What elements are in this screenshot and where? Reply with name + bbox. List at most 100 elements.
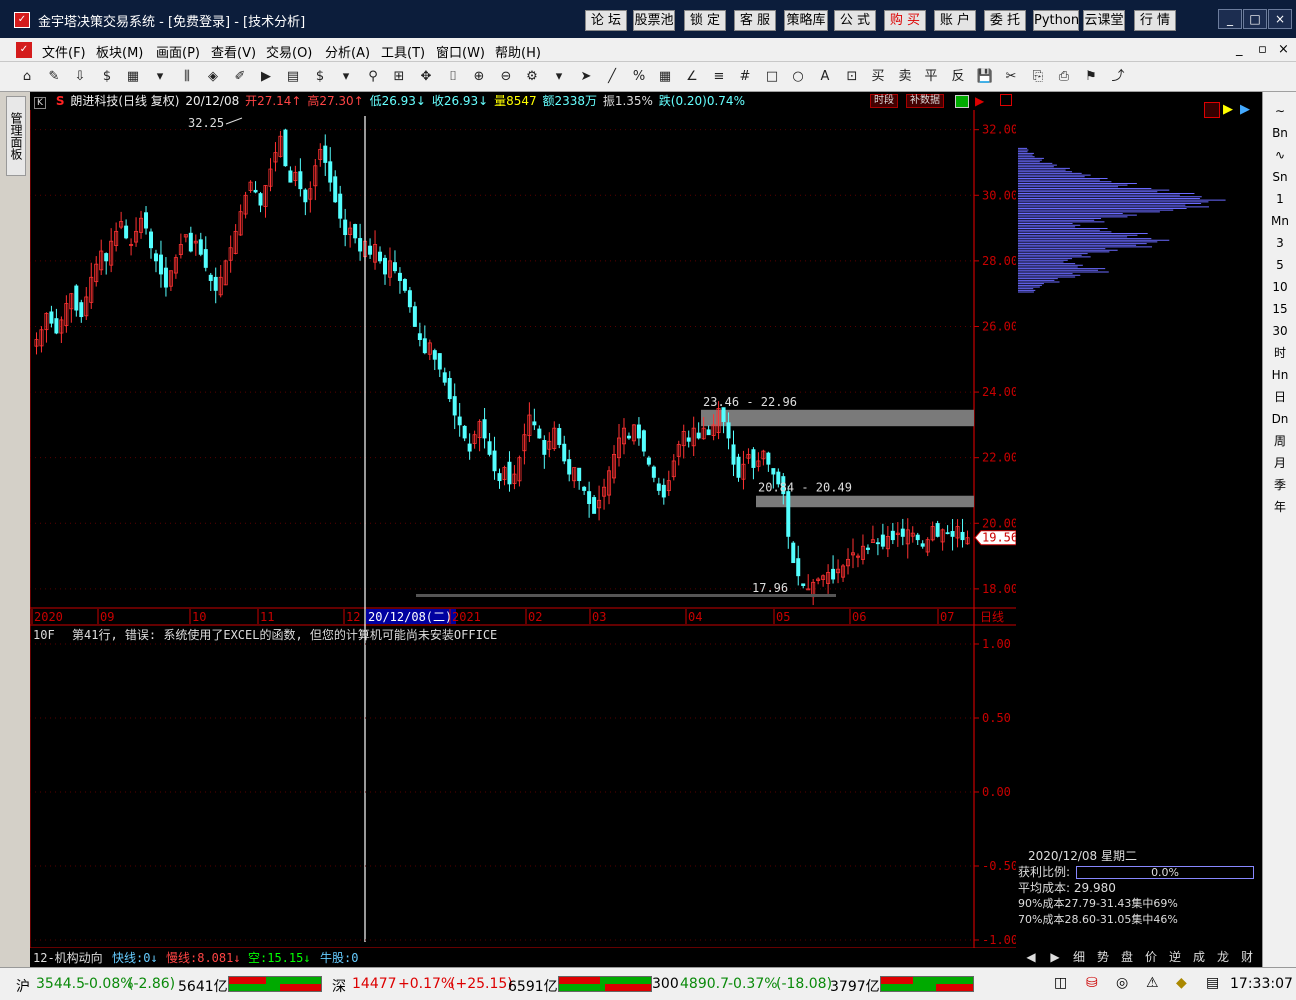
- top-button-10[interactable]: Python: [1033, 10, 1079, 31]
- toolbar-icon-3[interactable]: ⇩: [71, 68, 89, 86]
- toolbar-icon-38[interactable]: ✂: [1002, 68, 1020, 86]
- toolbar-icon-30[interactable]: ○: [789, 68, 807, 86]
- close-button[interactable]: ×: [1268, 9, 1292, 29]
- bottom-tab-4[interactable]: 势: [1092, 949, 1114, 965]
- toolbar-icon-31[interactable]: A: [816, 68, 834, 86]
- period-button-13[interactable]: Hn: [1267, 364, 1293, 386]
- toolbar-icon-22[interactable]: ➤: [577, 68, 595, 86]
- status-globe-icon[interactable]: ◎: [1116, 975, 1128, 991]
- menu-item-9[interactable]: 帮助(H): [495, 42, 541, 61]
- toolbar-icon-8[interactable]: ◈: [204, 68, 222, 86]
- period-button-3[interactable]: ∿: [1267, 144, 1293, 166]
- menu-item-8[interactable]: 窗口(W): [436, 42, 485, 61]
- pane-toggle-icon[interactable]: [1000, 94, 1012, 106]
- toolbar-icon-28[interactable]: #: [736, 68, 754, 86]
- toolbar-icon-11[interactable]: ▤: [284, 68, 302, 86]
- time-period-button[interactable]: 时段: [870, 94, 898, 108]
- top-button-3[interactable]: 锁 定: [684, 10, 726, 31]
- toolbar-icon-35[interactable]: 平: [922, 68, 940, 86]
- toolbar-icon-7[interactable]: ⫼: [178, 68, 196, 86]
- mdi-close-button[interactable]: ×: [1278, 42, 1289, 57]
- toolbar-icon-15[interactable]: ⊞: [390, 68, 408, 86]
- minimize-button[interactable]: _: [1218, 9, 1242, 29]
- k-badge[interactable]: K: [34, 97, 46, 109]
- mdi-minimize-button[interactable]: _: [1236, 42, 1243, 57]
- status-page-icon[interactable]: ▤: [1206, 975, 1219, 991]
- toolbar-icon-14[interactable]: ⚲: [364, 68, 382, 86]
- toolbar-icon-40[interactable]: ⎙: [1055, 68, 1073, 86]
- toolbar-icon-13[interactable]: ▾: [337, 68, 355, 86]
- toolbar-icon-17[interactable]: ⌷: [444, 68, 462, 86]
- bottom-tab-6[interactable]: 价: [1140, 949, 1162, 965]
- menu-item-5[interactable]: 交易(O): [266, 42, 312, 61]
- toolbar-icon-33[interactable]: 买: [869, 68, 887, 86]
- management-panel-button[interactable]: 管理面板: [6, 96, 26, 176]
- toolbar-icon-20[interactable]: ⚙: [523, 68, 541, 86]
- menu-item-3[interactable]: 画面(P): [156, 42, 200, 61]
- bottom-tab-1[interactable]: ◀: [1020, 949, 1042, 965]
- period-button-1[interactable]: ∼: [1267, 100, 1293, 122]
- toolbar-icon-24[interactable]: %: [630, 68, 648, 86]
- toolbar-icon-1[interactable]: ⌂: [18, 68, 36, 86]
- period-button-18[interactable]: 季: [1267, 474, 1293, 496]
- bottom-tab-8[interactable]: 成: [1188, 949, 1210, 965]
- bottom-tab-2[interactable]: ▶: [1044, 949, 1066, 965]
- toolbar-icon-25[interactable]: ▦: [656, 68, 674, 86]
- status-chart-icon[interactable]: ◫: [1054, 975, 1067, 991]
- status-tag-icon[interactable]: ◆: [1176, 975, 1187, 991]
- chart-canvas[interactable]: 32.00 30.00 28.00 26.00 24.00 22.00 20.00 18.00…: [30, 110, 1016, 967]
- maximize-button[interactable]: □: [1243, 9, 1267, 29]
- status-db-icon[interactable]: ⛁: [1086, 975, 1098, 991]
- period-button-14[interactable]: 日: [1267, 386, 1293, 408]
- period-button-7[interactable]: 3: [1267, 232, 1293, 254]
- toolbar-icon-41[interactable]: ⚑: [1082, 68, 1100, 86]
- menu-item-2[interactable]: 板块(M): [96, 42, 143, 61]
- toolbar-icon-32[interactable]: ⊡: [843, 68, 861, 86]
- toolbar-icon-10[interactable]: ▶: [257, 68, 275, 86]
- toolbar-icon-2[interactable]: ✎: [45, 68, 63, 86]
- toolbar-icon-37[interactable]: 💾: [976, 68, 994, 86]
- top-button-11[interactable]: 云课堂: [1083, 10, 1125, 31]
- top-button-9[interactable]: 委 托: [984, 10, 1026, 31]
- period-button-16[interactable]: 周: [1267, 430, 1293, 452]
- bottom-tab-5[interactable]: 盘: [1116, 949, 1138, 965]
- menu-item-7[interactable]: 工具(T): [381, 42, 425, 61]
- toolbar-icon-12[interactable]: $: [311, 68, 329, 86]
- period-button-9[interactable]: 10: [1267, 276, 1293, 298]
- supplement-data-button[interactable]: 补数据: [906, 94, 944, 108]
- period-button-4[interactable]: Sn: [1267, 166, 1293, 188]
- period-button-10[interactable]: 15: [1267, 298, 1293, 320]
- menu-item-1[interactable]: 文件(F): [42, 42, 86, 61]
- toolbar-icon-6[interactable]: ▾: [151, 68, 169, 86]
- toolbar-icon-16[interactable]: ✥: [417, 68, 435, 86]
- top-button-2[interactable]: 股票池: [633, 10, 675, 31]
- toolbar-icon-21[interactable]: ▾: [550, 68, 568, 86]
- toolbar-icon-26[interactable]: ∠: [683, 68, 701, 86]
- period-button-11[interactable]: 30: [1267, 320, 1293, 342]
- bottom-tab-7[interactable]: 逆: [1164, 949, 1186, 965]
- period-button-8[interactable]: 5: [1267, 254, 1293, 276]
- top-button-4[interactable]: 客 服: [734, 10, 776, 31]
- toolbar-icon-9[interactable]: ✐: [231, 68, 249, 86]
- top-button-5[interactable]: 策略库: [784, 10, 828, 31]
- status-green-icon[interactable]: [955, 95, 969, 108]
- chart-pane[interactable]: K S 朗进科技(日线 复权) 20/12/08 开27.14↑ 高27.30↑…: [30, 92, 1016, 967]
- period-button-5[interactable]: 1: [1267, 188, 1293, 210]
- period-button-19[interactable]: 年: [1267, 496, 1293, 518]
- toolbar-icon-19[interactable]: ⊖: [497, 68, 515, 86]
- toolbar-icon-5[interactable]: ▦: [124, 68, 142, 86]
- bottom-tab-3[interactable]: 细: [1068, 949, 1090, 965]
- toolbar-icon-39[interactable]: ⎘: [1029, 68, 1047, 86]
- bottom-tab-10[interactable]: 财: [1236, 949, 1258, 965]
- toolbar-icon-34[interactable]: 卖: [896, 68, 914, 86]
- menu-item-6[interactable]: 分析(A): [325, 42, 370, 61]
- toolbar-icon-29[interactable]: □: [763, 68, 781, 86]
- period-button-12[interactable]: 时: [1267, 342, 1293, 364]
- mdi-restore-button[interactable]: ▫: [1258, 42, 1267, 57]
- top-button-12[interactable]: 行 情: [1134, 10, 1176, 31]
- period-button-17[interactable]: 月: [1267, 452, 1293, 474]
- top-button-8[interactable]: 账 户: [934, 10, 976, 31]
- top-button-6[interactable]: 公 式: [834, 10, 876, 31]
- toolbar-icon-4[interactable]: $: [98, 68, 116, 86]
- menu-item-4[interactable]: 查看(V): [211, 42, 256, 61]
